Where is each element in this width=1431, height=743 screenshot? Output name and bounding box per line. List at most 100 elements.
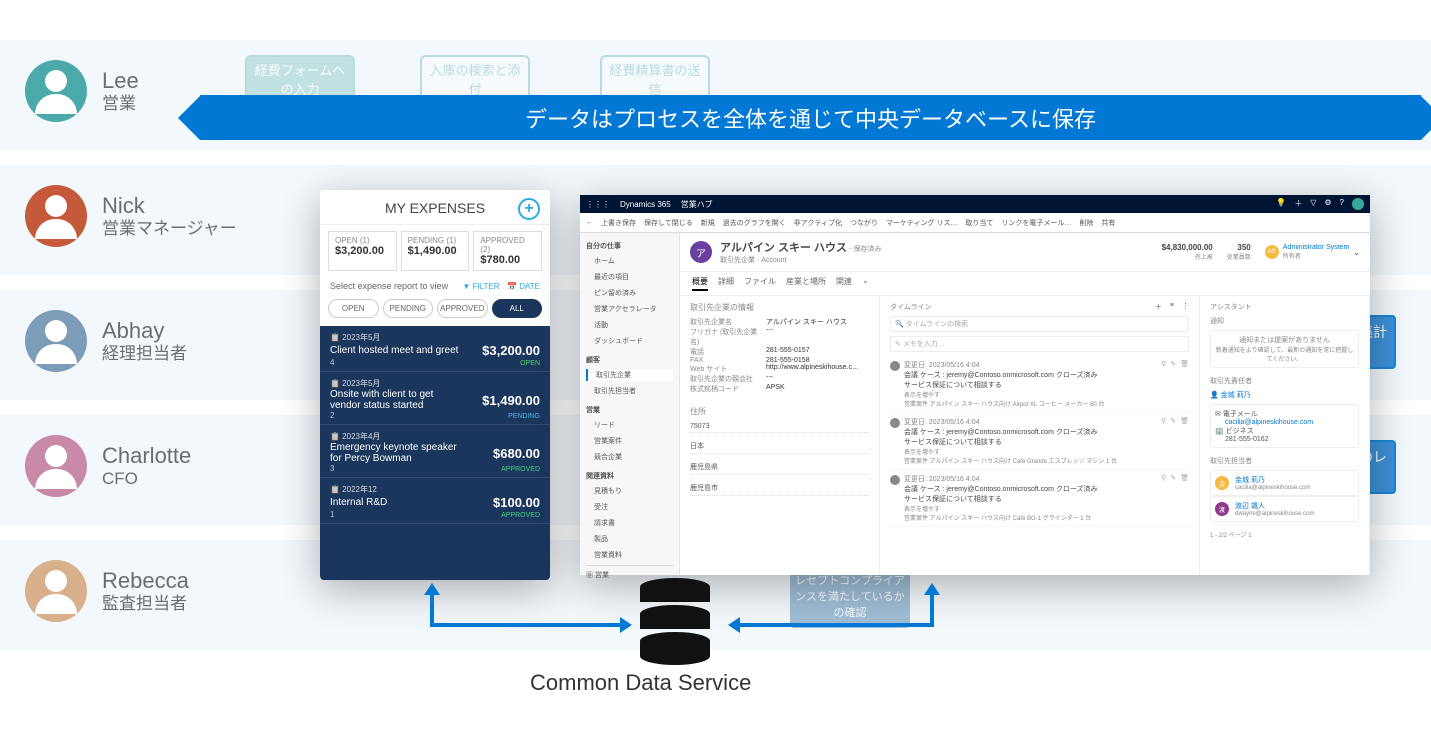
- contact-avatar-icon: 渡: [1215, 502, 1229, 516]
- nav-footer[interactable]: ▦ 営業: [586, 572, 609, 579]
- nav-item[interactable]: 請求書: [586, 517, 673, 529]
- nav-item[interactable]: 最近の項目: [586, 271, 673, 283]
- address-line[interactable]: 日本: [690, 439, 869, 454]
- cmd-item[interactable]: つながり: [850, 218, 878, 228]
- contact-card[interactable]: 金 金城 莉乃cacilia@alpineskihouse.com: [1210, 470, 1359, 496]
- plus-icon[interactable]: ＋: [1294, 198, 1302, 210]
- chevron-down-icon[interactable]: ⌄: [1353, 248, 1360, 257]
- nav-item[interactable]: 見積もり: [586, 485, 673, 497]
- timeline-sort-icon[interactable]: ⋮: [1182, 302, 1189, 312]
- summary-tile[interactable]: APPROVED (2)$780.00: [473, 231, 542, 271]
- d365-record-header: ア アルパイン スキー ハウス - 保存済み 取引先企業 · Account $…: [680, 233, 1370, 272]
- record-tab[interactable]: 概要: [692, 276, 708, 291]
- timeline-filter-icon[interactable]: ≡: [1170, 302, 1174, 312]
- persona-abhay: Abhay経理担当者: [25, 310, 305, 372]
- cmd-item[interactable]: リンクを電子メール…: [1001, 218, 1071, 228]
- cmd-item[interactable]: 削除: [1079, 218, 1093, 228]
- expense-item[interactable]: 📋 2023年4月 Emergency keynote speaker for …: [320, 425, 550, 478]
- nav-item[interactable]: 営業アクセラレータ: [586, 303, 673, 315]
- address-line[interactable]: 鹿児島県: [690, 460, 869, 475]
- record-tab[interactable]: 詳細: [718, 276, 734, 291]
- record-tab[interactable]: 関連: [836, 276, 852, 291]
- timeline-entry[interactable]: 変更日: 2023/05/16 4:04 会議 ケース : jeremy@Con…: [890, 413, 1189, 470]
- lightbulb-icon[interactable]: 💡: [1276, 198, 1286, 210]
- filter-pill-all[interactable]: ALL: [492, 299, 543, 318]
- nav-item[interactable]: 製品: [586, 533, 673, 545]
- timeline-memo-input[interactable]: ✎ メモを入力…: [890, 336, 1189, 352]
- timeline-add-icon[interactable]: ＋: [1155, 302, 1162, 312]
- expense-item[interactable]: 📋 2022年12 Internal R&D$100.00 1APPROVED: [320, 478, 550, 524]
- timeline-action-icon[interactable]: 🗑: [1180, 417, 1189, 465]
- address-line[interactable]: 75073: [690, 421, 869, 433]
- cmd-item[interactable]: マーケティング リス…: [886, 218, 957, 228]
- nav-item[interactable]: リード: [586, 419, 673, 431]
- add-expense-button[interactable]: +: [518, 198, 540, 220]
- cmd-item[interactable]: 過去のグラフを開く: [723, 218, 786, 228]
- record-field[interactable]: 取引先企業名アルパイン スキー ハウス: [690, 317, 869, 327]
- cmd-item[interactable]: 新規: [701, 218, 715, 228]
- cmd-item[interactable]: 取り当て: [965, 218, 993, 228]
- timeline-entry[interactable]: 変更日: 2023/05/16 4:04 会議 ケース : jeremy@Con…: [890, 356, 1189, 413]
- nav-item[interactable]: 競合企業: [586, 451, 673, 463]
- date-link[interactable]: 📅 DATE: [507, 282, 540, 291]
- timeline-action-icon[interactable]: ⚲: [1161, 360, 1166, 408]
- gear-icon[interactable]: ⚙: [1324, 198, 1331, 210]
- summary-tile[interactable]: OPEN (1)$3,200.00: [328, 231, 397, 271]
- filter-pill-open[interactable]: OPEN: [328, 299, 379, 318]
- tabs-more-icon[interactable]: ⌄: [862, 276, 869, 291]
- timeline-action-icon[interactable]: 🗑: [1180, 474, 1189, 522]
- timeline-action-icon[interactable]: ⚲: [1161, 474, 1166, 522]
- expense-item[interactable]: 📋 2023年5月 Client hosted meet and greet$3…: [320, 326, 550, 372]
- record-field[interactable]: FAX281-555-0158: [690, 357, 869, 364]
- waffle-icon[interactable]: ⋮⋮⋮: [586, 200, 610, 209]
- filter-pill-approved[interactable]: APPROVED: [437, 299, 488, 318]
- nav-item[interactable]: 営業案件: [586, 435, 673, 447]
- cmd-item[interactable]: 保存して閉じる: [644, 218, 693, 228]
- nav-item[interactable]: 取引先担当者: [586, 385, 673, 397]
- record-field[interactable]: 電話281-555-0157: [690, 347, 869, 357]
- record-field[interactable]: 株式銘柄コードAPSK: [690, 384, 869, 394]
- timeline-entry[interactable]: 変更日: 2023/05/16 4:04 会議 ケース : jeremy@Con…: [890, 470, 1189, 527]
- contact-card[interactable]: 渡 渡辺 颯人dwayne@alpineskihouse.com: [1210, 496, 1359, 522]
- nav-item[interactable]: ホーム: [586, 255, 673, 267]
- timeline-action-icon[interactable]: ✎: [1170, 474, 1176, 522]
- user-avatar-icon[interactable]: [1352, 198, 1364, 210]
- timeline-action-icon[interactable]: ✎: [1170, 360, 1176, 408]
- record-tab[interactable]: 産業と場所: [786, 276, 826, 291]
- record-field[interactable]: Web サイトhttp://www.alpineskihouse.c…: [690, 364, 869, 374]
- account-subtitle: 取引先企業 · Account: [720, 255, 882, 265]
- nav-item[interactable]: 営業資料: [586, 549, 673, 561]
- expense-app-title: MY EXPENSES +: [320, 190, 550, 225]
- help-icon[interactable]: ?: [1340, 198, 1344, 210]
- expense-item[interactable]: 📋 2023年5月 Onsite with client to get vend…: [320, 372, 550, 425]
- nav-item[interactable]: 受注: [586, 501, 673, 513]
- nav-item[interactable]: ダッシュボード: [586, 335, 673, 347]
- record-field[interactable]: 取引先企業の親会社---: [690, 374, 869, 384]
- cmd-item[interactable]: 共有: [1101, 218, 1115, 228]
- filter-link[interactable]: ▼ FILTER: [462, 282, 499, 291]
- timeline-action-icon[interactable]: 🗑: [1180, 360, 1189, 408]
- summary-tile[interactable]: PENDING (1)$1,490.00: [401, 231, 470, 271]
- filter-pill-pending[interactable]: PENDING: [383, 299, 434, 318]
- record-tab[interactable]: ファイル: [744, 276, 776, 291]
- timeline-search-input[interactable]: 🔍 タイムラインの検索: [890, 316, 1189, 332]
- timeline-action-icon[interactable]: ⚲: [1161, 417, 1166, 465]
- timeline-action-icon[interactable]: ✎: [1170, 417, 1176, 465]
- nav-item[interactable]: 活動: [586, 319, 673, 331]
- persona-nick: Nick営業マネージャー: [25, 185, 305, 247]
- filter-icon[interactable]: ▽: [1310, 198, 1316, 210]
- cmd-item[interactable]: 非アクティブ化: [794, 218, 842, 228]
- record-field[interactable]: フリガナ (取引先企業名)---: [690, 327, 869, 347]
- timeline-bullet-icon: [890, 418, 900, 428]
- address-line[interactable]: 鹿児島市: [690, 481, 869, 496]
- back-button[interactable]: ←: [586, 219, 593, 226]
- cmd-item[interactable]: 上書き保存: [601, 218, 636, 228]
- avatar-icon: [25, 435, 87, 497]
- primary-contact-link[interactable]: 👤 金城 莉乃: [1210, 390, 1359, 400]
- nav-item[interactable]: 取引先企業: [586, 369, 673, 381]
- contact-email-link[interactable]: cacilia@alpineskihouse.com: [1215, 419, 1354, 426]
- nav-item[interactable]: ピン留め済み: [586, 287, 673, 299]
- contact-avatar-icon: 金: [1215, 476, 1229, 490]
- owner-link[interactable]: Administrator System: [1283, 244, 1350, 251]
- expense-app-card: MY EXPENSES + OPEN (1)$3,200.00PENDING (…: [320, 190, 550, 580]
